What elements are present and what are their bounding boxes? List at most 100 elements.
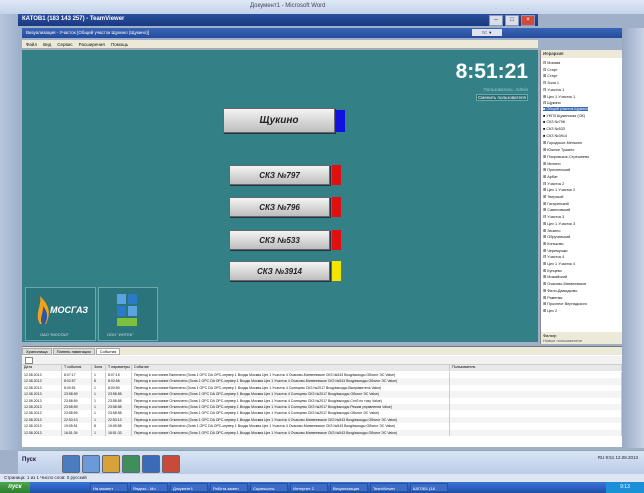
- menu-service[interactable]: Сервис: [57, 42, 72, 47]
- user-status: Пользователь: Admin: [483, 87, 528, 92]
- station-label: СКЗ №797: [259, 170, 300, 180]
- col-event[interactable]: Событие: [132, 365, 450, 371]
- station-status-indicator: [336, 110, 345, 132]
- col-event-time[interactable]: Т события: [62, 365, 92, 371]
- word-status-text: Страница: 1 из 1 Число слов: 0 русский: [4, 475, 87, 480]
- events-panel: Хранилища Панель навигации События Дата …: [22, 346, 622, 447]
- intek-logo: ООО "ИНТЕК": [98, 287, 158, 341]
- tree-item[interactable]: ⊟ Щукино: [543, 100, 561, 105]
- browser-icon[interactable]: [82, 455, 100, 473]
- tree-item[interactable]: ⊞ Тверской: [543, 194, 563, 199]
- tree-item[interactable]: ⊞ Фили-Давыдково: [543, 288, 577, 293]
- station-label: СКЗ №533: [259, 235, 300, 245]
- tree-item[interactable]: ⊟ Москва: [543, 60, 560, 65]
- tree-item[interactable]: ⊟ Зона 1: [543, 80, 559, 85]
- app-icon[interactable]: [122, 455, 140, 473]
- taskbar-item[interactable]: Яндекс - Mo: [130, 483, 168, 492]
- col-param-time[interactable]: Т параметры: [106, 365, 132, 371]
- tree-item[interactable]: ⊞ Проспект Вернадского: [543, 301, 587, 306]
- menu-view[interactable]: Вид: [43, 42, 51, 47]
- media-icon[interactable]: [162, 455, 180, 473]
- tree-item[interactable]: ⊞ Цех 2: [543, 308, 557, 313]
- app-tab-selector[interactable]: ТС ▼: [472, 29, 502, 36]
- tree-item[interactable]: ⊞ Черемушки: [543, 248, 567, 253]
- taskbar-item[interactable]: Интернет 2: [290, 483, 328, 492]
- tree-item[interactable]: ⊟ Старт: [543, 67, 558, 72]
- taskbar-item[interactable]: На момент: [90, 483, 128, 492]
- station-status-indicator: [332, 261, 341, 281]
- taskbar-item[interactable]: Визуализация: [330, 483, 368, 492]
- tree-item[interactable]: ■ УКПЗ Щукинская (ОК): [543, 114, 585, 118]
- refresh-icon[interactable]: [25, 357, 33, 364]
- tree-item[interactable]: ⊞ Арбат: [543, 174, 558, 179]
- col-zone[interactable]: Зона: [92, 365, 106, 371]
- col-user[interactable]: Пользователь: [450, 365, 622, 371]
- app-titlebar: Визуализация - Участок [Общий участок Щу…: [22, 28, 622, 38]
- tree-item[interactable]: ⊞ Митино: [543, 161, 561, 166]
- explorer-icon[interactable]: [62, 455, 80, 473]
- tree-item[interactable]: ⊞ Городское-Мелкино: [543, 140, 582, 145]
- tree-item[interactable]: ⊞ Южное Тушино: [543, 147, 574, 152]
- menu-extensions[interactable]: Расширения: [79, 42, 105, 47]
- tree-item[interactable]: ⊞ Гагаринский: [543, 201, 569, 206]
- tree-item[interactable]: ⊞ Цех 1 Участок 4: [543, 261, 575, 266]
- taskbar-item[interactable]: Документ1: [170, 483, 208, 492]
- tree-item[interactable]: ⊞ Кунцево: [543, 268, 562, 273]
- station-skz-796-button[interactable]: СКЗ №796: [229, 197, 330, 217]
- remote-start-button[interactable]: Пуск: [22, 457, 36, 463]
- tree-item[interactable]: ■ СКЗ №3914: [543, 134, 567, 138]
- visualization-icon[interactable]: [142, 455, 160, 473]
- taskbar-item[interactable]: TeamViewer: [370, 483, 408, 492]
- tree-item[interactable]: ⊞ Покровское-Стрешнево: [543, 154, 589, 159]
- tab-navigation[interactable]: Панель навигации: [52, 348, 95, 355]
- tree-item[interactable]: ⊞ Очаково-Матвеевское: [543, 281, 586, 286]
- tree-item[interactable]: ⊞ Раменки: [543, 295, 562, 300]
- station-skz-533-button[interactable]: СКЗ №533: [229, 230, 330, 250]
- station-shchukino-button[interactable]: Щукино: [223, 108, 335, 133]
- minimize-button[interactable]: –: [489, 15, 503, 26]
- tree-item[interactable]: ■ СКЗ №533: [543, 127, 565, 131]
- taskbar-item[interactable]: КАТОВ1 (18: [410, 483, 448, 492]
- mosgaz-logo-text: МОСГАЗ: [50, 305, 89, 315]
- tree-item[interactable]: ⊞ Обручевский: [543, 234, 570, 239]
- hierarchy-header: Иерархия: [541, 50, 623, 58]
- taskbar-item[interactable]: Скриншоты: [250, 483, 288, 492]
- tree-item[interactable]: ⊞ Пресненский: [543, 167, 570, 172]
- station-label: СКЗ №3914: [256, 266, 303, 276]
- folder-icon[interactable]: [102, 455, 120, 473]
- taskbar-item[interactable]: Работа замен: [210, 483, 248, 492]
- change-user-link[interactable]: Сменить пользователя: [476, 94, 528, 101]
- tree-item[interactable]: ⊞ Цех 1 Участок 2: [543, 187, 575, 192]
- tree-item[interactable]: ⊞ Можайский: [543, 274, 567, 279]
- tree-item[interactable]: ⊟ Участок 4: [543, 254, 564, 259]
- tree-item[interactable]: ⊞ Коньково: [543, 241, 564, 246]
- table-cell: Переход в состояние Отключено (Зона 1 OP…: [132, 429, 450, 436]
- tree-item[interactable]: ⊞ Савеловский: [543, 207, 570, 212]
- close-button[interactable]: ×: [521, 15, 535, 26]
- tree-item[interactable]: ⊞ Старт: [543, 73, 558, 78]
- tree-item[interactable]: ■ Общий участок Щукино: [543, 106, 588, 111]
- system-clock: 9:13: [606, 482, 644, 493]
- tab-events[interactable]: События: [95, 348, 121, 355]
- menu-file[interactable]: Файл: [26, 42, 37, 47]
- start-button[interactable]: пуск: [0, 482, 30, 493]
- tree-item[interactable]: ⊟ Участок 3: [543, 214, 564, 219]
- maximize-button[interactable]: □: [505, 15, 519, 26]
- tree-item[interactable]: ■ СКЗ №796: [543, 120, 565, 124]
- station-skz-797-button[interactable]: СКЗ №797: [229, 165, 330, 185]
- building-icon: [117, 294, 137, 326]
- tree-item[interactable]: ⊞ Цех 1 Участок 3: [543, 221, 575, 226]
- tree-item[interactable]: ⊟ Участок 1: [543, 87, 564, 92]
- table-cell: 16:51:33: [106, 429, 132, 436]
- menu-help[interactable]: Помощь: [111, 42, 128, 47]
- table-row[interactable]: 12.08.2013 16:51:34 1 16:51:33 Переход в сос…: [22, 429, 622, 436]
- tree-item[interactable]: ⊟ Участок 2: [543, 181, 564, 186]
- tree-item[interactable]: ⊞ Зюзино: [543, 228, 560, 233]
- tree-item[interactable]: ⊞ Цех 1 Участок 1: [543, 94, 575, 99]
- window-controls: – □ ×: [489, 15, 535, 26]
- tab-storage[interactable]: Хранилища: [22, 348, 52, 355]
- background-strip: [0, 14, 18, 450]
- station-skz-3914-button[interactable]: СКЗ №3914: [229, 261, 330, 281]
- col-date[interactable]: Дата: [22, 365, 62, 371]
- side-strip: [622, 28, 644, 448]
